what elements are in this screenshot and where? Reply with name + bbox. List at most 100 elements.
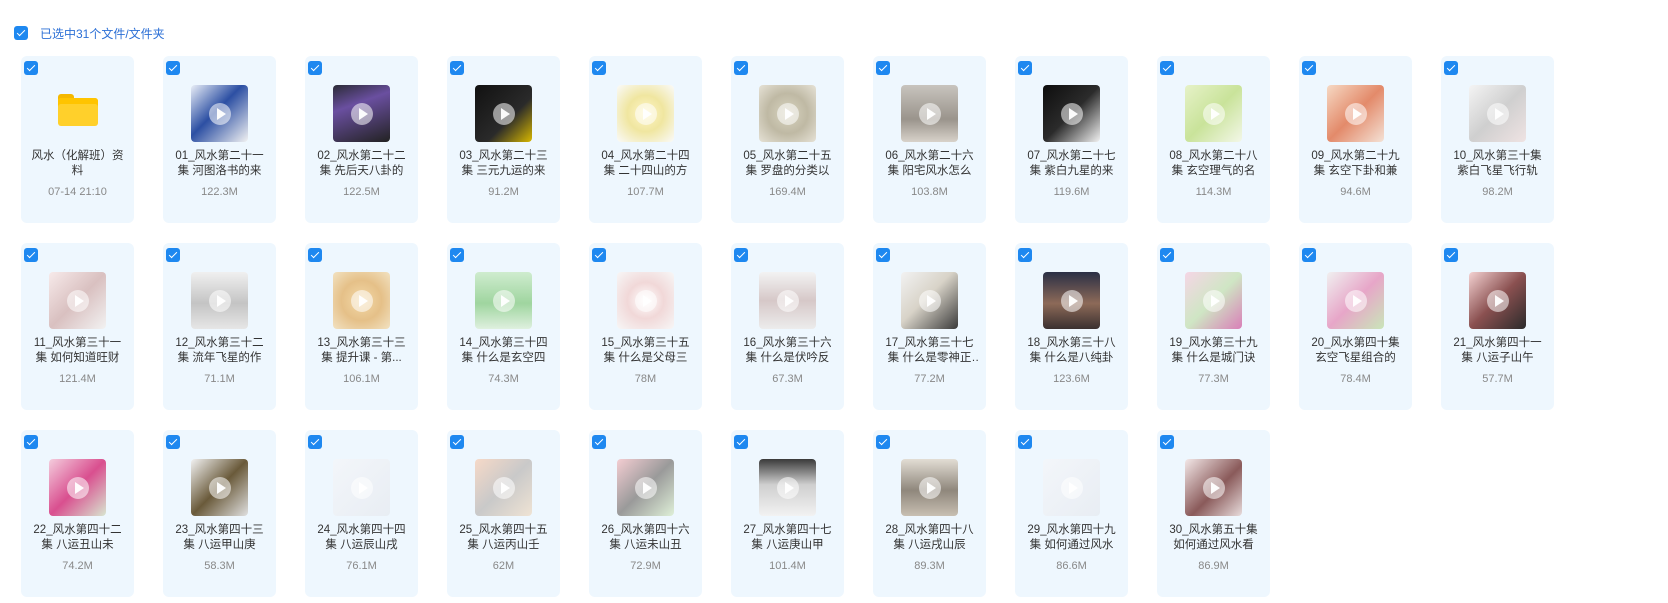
- file-name: 11_风水第三十一集 如何知道旺财: [33, 337, 122, 364]
- video-file-item[interactable]: 18_风水第三十八集 什么是八纯卦 123.6M: [1015, 243, 1128, 410]
- item-checkbox[interactable]: [450, 248, 464, 262]
- select-all-checkbox[interactable]: [14, 26, 28, 40]
- file-date: 07-14 21:10: [48, 186, 107, 198]
- item-checkbox[interactable]: [308, 248, 322, 262]
- item-checkbox[interactable]: [308, 61, 322, 75]
- item-checkbox[interactable]: [1018, 435, 1032, 449]
- video-thumbnail: [617, 459, 674, 516]
- play-icon: [1202, 476, 1225, 499]
- video-file-item[interactable]: 21_风水第四十一集 八运子山午 57.7M: [1441, 243, 1554, 410]
- video-file-item[interactable]: 12_风水第三十二集 流年飞星的作 71.1M: [163, 243, 276, 410]
- play-icon: [918, 102, 941, 125]
- file-name: 16_风水第三十六集 什么是伏吟反: [743, 337, 832, 364]
- item-checkbox[interactable]: [450, 435, 464, 449]
- video-file-item[interactable]: 24_风水第四十四集 八运辰山戌 76.1M: [305, 430, 418, 597]
- video-file-item[interactable]: 01_风水第二十一集 河图洛书的来 122.3M: [163, 56, 276, 223]
- item-checkbox[interactable]: [166, 435, 180, 449]
- file-name: 04_风水第二十四集 二十四山的方: [601, 150, 690, 177]
- video-file-item[interactable]: 03_风水第二十三集 三元九运的来 91.2M: [447, 56, 560, 223]
- file-name: 06_风水第二十六集 阳宅风水怎么: [885, 150, 974, 177]
- video-file-item[interactable]: 26_风水第四十六集 八运未山丑 72.9M: [589, 430, 702, 597]
- file-name: 26_风水第四十六集 八运未山丑: [601, 524, 690, 551]
- file-name: 15_风水第三十五集 什么是父母三: [601, 337, 690, 364]
- video-file-item[interactable]: 28_风水第四十八集 八运戌山辰 89.3M: [873, 430, 986, 597]
- video-file-item[interactable]: 14_风水第三十四集 什么是玄空四 74.3M: [447, 243, 560, 410]
- item-checkbox[interactable]: [166, 61, 180, 75]
- item-checkbox[interactable]: [166, 248, 180, 262]
- folder-item[interactable]: 风水（化解班）资料 07-14 21:10: [21, 56, 134, 223]
- item-checkbox[interactable]: [1444, 248, 1458, 262]
- video-thumbnail: [1469, 85, 1526, 142]
- item-checkbox[interactable]: [1018, 61, 1032, 75]
- item-checkbox[interactable]: [1160, 248, 1174, 262]
- video-file-item[interactable]: 16_风水第三十六集 什么是伏吟反 67.3M: [731, 243, 844, 410]
- file-name: 08_风水第二十八集 玄空理气的名: [1169, 150, 1258, 177]
- play-icon: [776, 476, 799, 499]
- video-thumbnail: [901, 459, 958, 516]
- video-file-item[interactable]: 11_风水第三十一集 如何知道旺财 121.4M: [21, 243, 134, 410]
- video-thumbnail: [191, 459, 248, 516]
- file-name: 14_风水第三十四集 什么是玄空四: [459, 337, 548, 364]
- video-thumbnail: [1327, 85, 1384, 142]
- video-file-item[interactable]: 22_风水第四十二集 八运丑山未 74.2M: [21, 430, 134, 597]
- file-size: 103.8M: [911, 186, 948, 198]
- play-icon: [1202, 289, 1225, 312]
- item-checkbox[interactable]: [1302, 248, 1316, 262]
- play-icon: [1060, 102, 1083, 125]
- item-checkbox[interactable]: [450, 61, 464, 75]
- file-size: 121.4M: [59, 373, 96, 385]
- item-checkbox[interactable]: [592, 248, 606, 262]
- item-checkbox[interactable]: [876, 248, 890, 262]
- video-thumbnail: [1185, 459, 1242, 516]
- video-file-item[interactable]: 08_风水第二十八集 玄空理气的名 114.3M: [1157, 56, 1270, 223]
- video-file-item[interactable]: 15_风水第三十五集 什么是父母三 78M: [589, 243, 702, 410]
- item-checkbox[interactable]: [876, 435, 890, 449]
- item-checkbox[interactable]: [734, 61, 748, 75]
- video-file-item[interactable]: 20_风水第四十集 玄空飞星组合的 78.4M: [1299, 243, 1412, 410]
- item-checkbox[interactable]: [592, 435, 606, 449]
- video-file-item[interactable]: 27_风水第四十七集 八运庚山甲 101.4M: [731, 430, 844, 597]
- video-file-item[interactable]: 17_风水第三十七集 什么是零神正神... 77.2M: [873, 243, 986, 410]
- video-file-item[interactable]: 09_风水第二十九集 玄空下卦和兼 94.6M: [1299, 56, 1412, 223]
- file-name: 30_风水第五十集 如何通过风水看: [1169, 524, 1258, 551]
- video-thumbnail: [901, 272, 958, 329]
- item-checkbox[interactable]: [592, 61, 606, 75]
- item-checkbox[interactable]: [876, 61, 890, 75]
- video-thumbnail: [759, 272, 816, 329]
- video-file-item[interactable]: 19_风水第三十九集 什么是城门诀 77.3M: [1157, 243, 1270, 410]
- video-file-item[interactable]: 30_风水第五十集 如何通过风水看 86.9M: [1157, 430, 1270, 597]
- video-file-item[interactable]: 04_风水第二十四集 二十四山的方 107.7M: [589, 56, 702, 223]
- file-name: 22_风水第四十二集 八运丑山未: [33, 524, 122, 551]
- item-checkbox[interactable]: [734, 248, 748, 262]
- play-icon: [350, 289, 373, 312]
- file-size: 77.3M: [1198, 373, 1229, 385]
- item-checkbox[interactable]: [734, 435, 748, 449]
- item-checkbox[interactable]: [1444, 61, 1458, 75]
- video-file-item[interactable]: 05_风水第二十五集 罗盘的分类以 169.4M: [731, 56, 844, 223]
- file-size: 77.2M: [914, 373, 945, 385]
- play-icon: [1060, 289, 1083, 312]
- item-checkbox[interactable]: [1160, 435, 1174, 449]
- play-icon: [634, 476, 657, 499]
- item-checkbox[interactable]: [24, 248, 38, 262]
- file-size: 91.2M: [488, 186, 519, 198]
- video-file-item[interactable]: 29_风水第四十九集 如何通过风水 86.6M: [1015, 430, 1128, 597]
- item-checkbox[interactable]: [24, 61, 38, 75]
- file-size: 122.3M: [201, 186, 238, 198]
- item-checkbox[interactable]: [1160, 61, 1174, 75]
- item-checkbox[interactable]: [1302, 61, 1316, 75]
- video-file-item[interactable]: 23_风水第四十三集 八运甲山庚 58.3M: [163, 430, 276, 597]
- video-file-item[interactable]: 07_风水第二十七集 紫白九星的来 119.6M: [1015, 56, 1128, 223]
- video-file-item[interactable]: 02_风水第二十二集 先后天八卦的 122.5M: [305, 56, 418, 223]
- video-file-item[interactable]: 06_风水第二十六集 阳宅风水怎么 103.8M: [873, 56, 986, 223]
- file-name: 05_风水第二十五集 罗盘的分类以: [743, 150, 832, 177]
- play-icon: [776, 102, 799, 125]
- folder-icon: [58, 94, 98, 126]
- video-file-item[interactable]: 13_风水第三十三集 提升课 - 第... 106.1M: [305, 243, 418, 410]
- file-size: 114.3M: [1195, 186, 1232, 198]
- item-checkbox[interactable]: [24, 435, 38, 449]
- video-file-item[interactable]: 10_风水第三十集 紫白飞星飞行轨 98.2M: [1441, 56, 1554, 223]
- item-checkbox[interactable]: [308, 435, 322, 449]
- video-file-item[interactable]: 25_风水第四十五集 八运丙山壬 62M: [447, 430, 560, 597]
- item-checkbox[interactable]: [1018, 248, 1032, 262]
